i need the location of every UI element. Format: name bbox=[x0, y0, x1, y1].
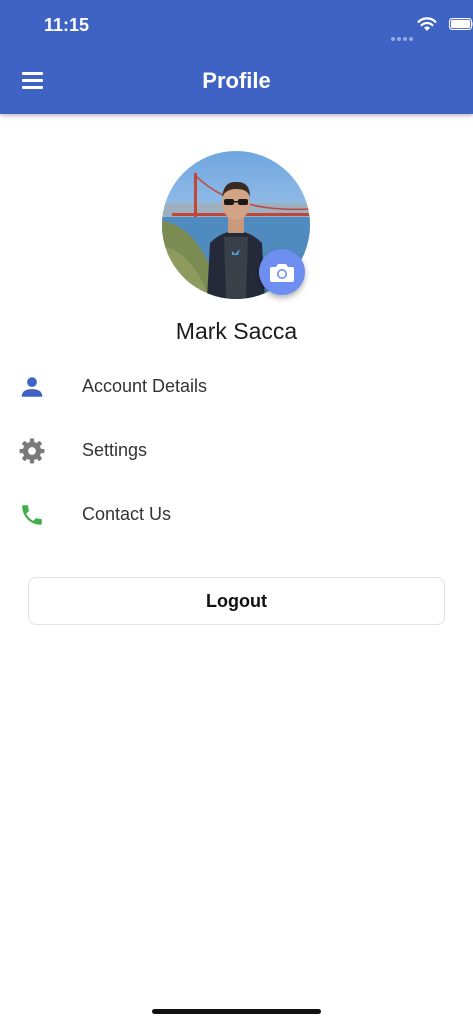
camera-button[interactable] bbox=[259, 249, 305, 295]
page-title: Profile bbox=[202, 68, 271, 93]
gear-icon bbox=[19, 438, 45, 464]
battery-icon bbox=[449, 18, 473, 30]
menu-item-contact-us[interactable]: Contact Us bbox=[0, 482, 473, 546]
profile-name: Mark Sacca bbox=[175, 318, 298, 344]
cellular-signal-icon bbox=[391, 28, 415, 46]
menu-item-settings[interactable]: Settings bbox=[0, 418, 473, 482]
menu-item-label: Account Details bbox=[82, 376, 208, 396]
app-bar: 11:15 Profile bbox=[0, 0, 473, 114]
phone-icon bbox=[22, 505, 42, 525]
logout-button[interactable]: Logout bbox=[28, 577, 445, 625]
camera-icon bbox=[270, 264, 294, 282]
person-icon bbox=[21, 377, 43, 397]
menu-item-account-details[interactable]: Account Details bbox=[0, 354, 473, 418]
wifi-icon bbox=[417, 17, 437, 31]
status-time: 11:15 bbox=[44, 15, 90, 35]
menu-item-label: Contact Us bbox=[82, 504, 172, 524]
menu-item-label: Settings bbox=[82, 440, 148, 460]
home-indicator bbox=[152, 1009, 321, 1014]
